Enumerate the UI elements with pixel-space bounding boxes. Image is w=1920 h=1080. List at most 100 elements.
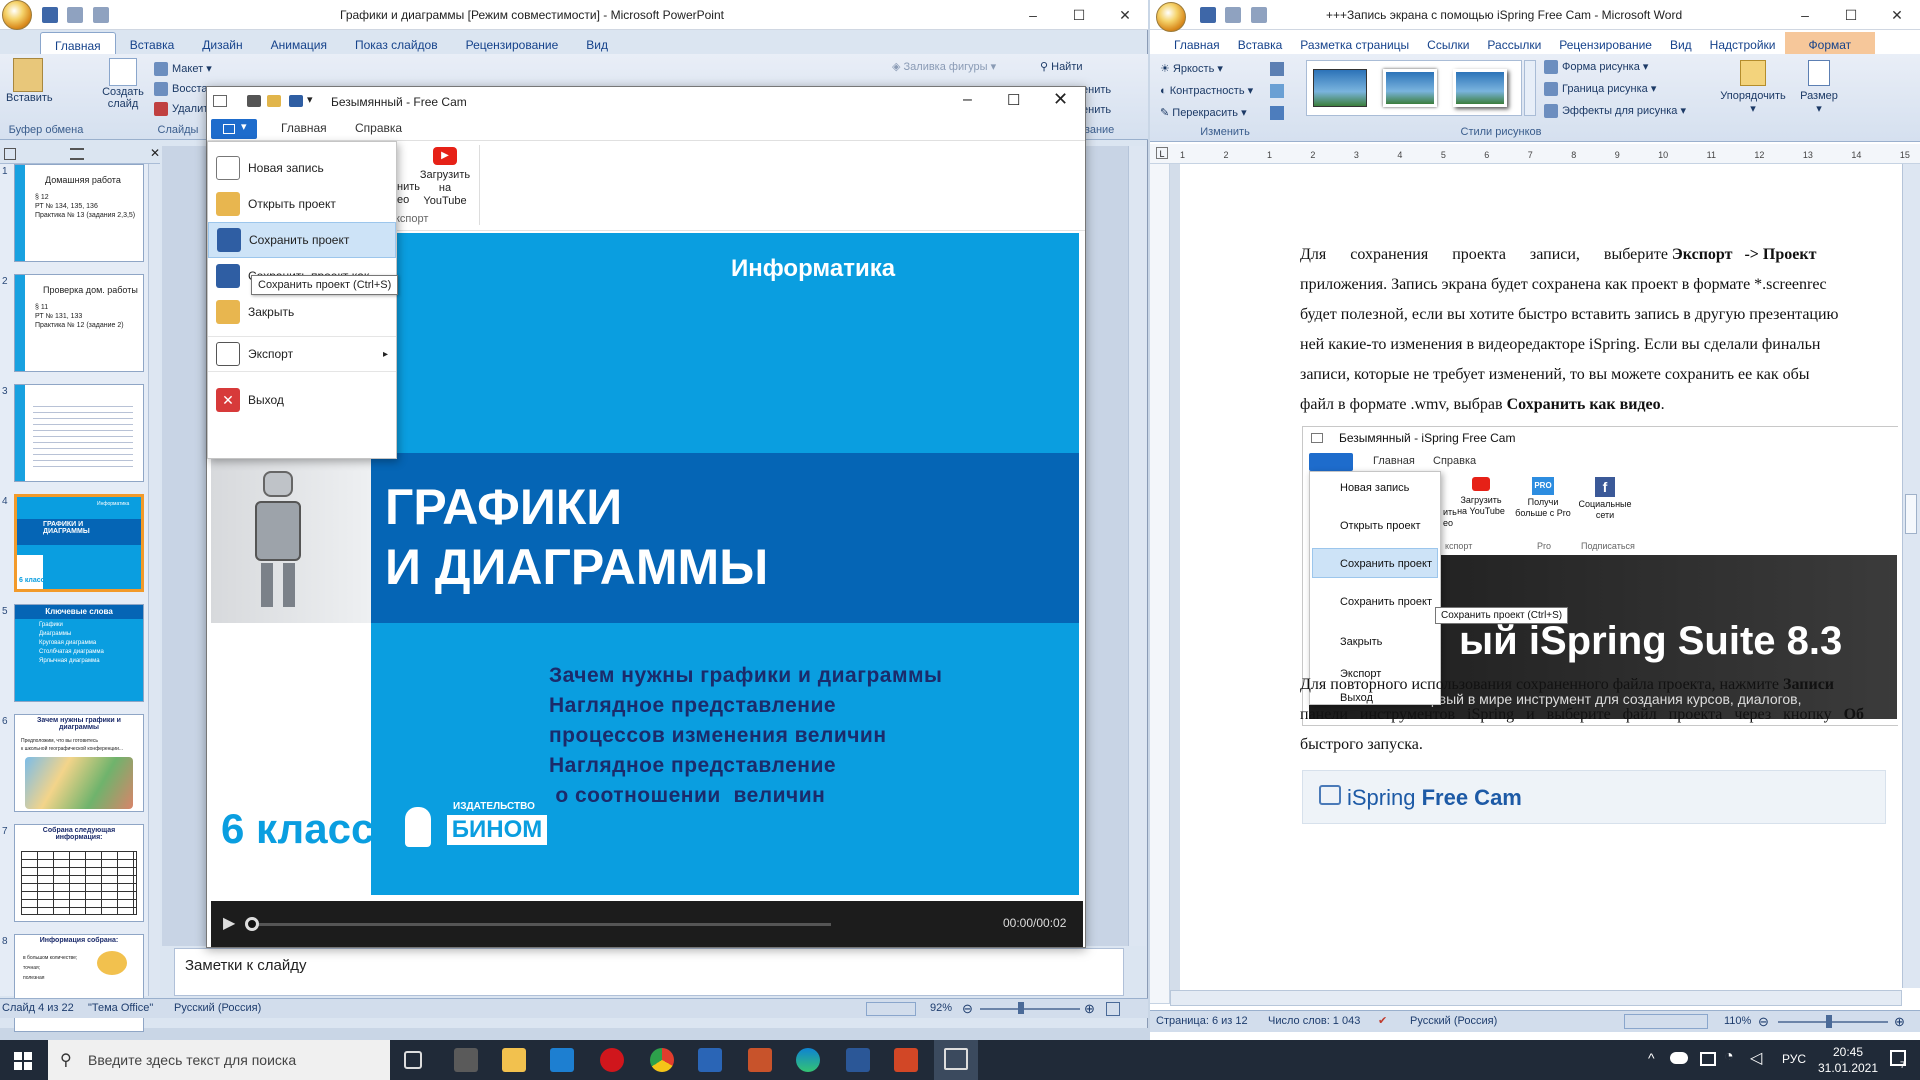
tab-main[interactable]: Главная — [281, 121, 327, 135]
arrange-button[interactable]: Упорядочить ▾ — [1716, 60, 1790, 115]
notes-pane[interactable]: Заметки к слайду — [174, 948, 1124, 996]
zoom-slider[interactable] — [980, 1008, 1080, 1010]
language[interactable]: Русский (Россия) — [1410, 1015, 1497, 1027]
quick-save-icon[interactable] — [289, 95, 303, 107]
slide-thumb-2[interactable]: Проверка дом. работы § 11 РТ № 131, 133 … — [14, 274, 144, 372]
picture-shape-button[interactable]: Форма рисунка ▾ — [1544, 60, 1648, 75]
freecam-taskbar-active[interactable] — [934, 1040, 978, 1080]
menu-open-project[interactable]: Открыть проект — [208, 186, 396, 222]
slides-tab-icon[interactable] — [4, 148, 16, 160]
file-explorer-icon[interactable] — [502, 1048, 526, 1072]
picture-styles-gallery[interactable] — [1306, 60, 1522, 116]
layout-button[interactable]: Макет ▾ — [154, 62, 212, 77]
app-icon[interactable] — [748, 1048, 772, 1072]
maximize-icon[interactable]: ☐ — [1007, 91, 1020, 109]
close-icon[interactable]: ✕ — [1102, 0, 1148, 30]
language[interactable]: Русский (Россия) — [174, 1002, 261, 1014]
upload-youtube-button[interactable]: ▶ Загрузить на YouTube — [417, 147, 473, 208]
doc-horizontal-scrollbar[interactable] — [1170, 990, 1902, 1006]
menu-new-record[interactable]: Новая запись — [208, 150, 396, 186]
view-buttons[interactable] — [866, 1002, 916, 1016]
menu-save-project[interactable]: Сохранить проект — [208, 222, 396, 258]
office-button[interactable] — [1156, 2, 1186, 32]
minimize-icon[interactable]: – — [1010, 0, 1056, 30]
progress-track[interactable] — [251, 923, 831, 926]
picture-border-button[interactable]: Граница рисунка ▾ — [1544, 82, 1656, 97]
zoom-out-icon[interactable]: ⊖ — [962, 1001, 973, 1017]
office-button[interactable] — [2, 0, 32, 30]
show-hidden-icon[interactable]: ^ — [1648, 1050, 1655, 1066]
close-icon[interactable]: ✕ — [1874, 0, 1920, 30]
redo-icon[interactable] — [1250, 7, 1267, 23]
onedrive-icon[interactable] — [1670, 1052, 1688, 1064]
zoom-level[interactable]: 110% — [1724, 1015, 1751, 1027]
mail-icon[interactable] — [550, 1048, 574, 1072]
zoom-in-icon[interactable]: ⊕ — [1084, 1001, 1095, 1017]
save-icon[interactable] — [1200, 7, 1216, 23]
chrome-icon[interactable] — [650, 1048, 674, 1072]
select-partial-label[interactable]: енить — [1082, 104, 1111, 116]
size-button[interactable]: Размер ▾ — [1794, 60, 1844, 115]
zoom-thumb[interactable] — [1826, 1015, 1832, 1028]
minimize-icon[interactable]: – — [1782, 0, 1828, 30]
taskbar-search-box[interactable]: ⚲ Введите здесь текст для поиска — [48, 1040, 390, 1080]
redo-icon[interactable] — [92, 7, 109, 23]
picture-effects-button[interactable]: Эффекты для рисунка ▾ — [1544, 104, 1686, 119]
zoom-level[interactable]: 92% — [930, 1002, 952, 1014]
reset-button[interactable]: Восста — [154, 82, 208, 96]
slide-thumb-5[interactable]: Ключевые слова Графики Диаграммы Кругова… — [14, 604, 144, 702]
document-page[interactable]: Для сохранения проекта записи, выберите … — [1180, 164, 1898, 988]
app-menu-button[interactable]: ▾ — [211, 119, 257, 139]
style-thumb[interactable] — [1313, 69, 1367, 107]
fit-to-window-icon[interactable] — [1106, 1002, 1120, 1016]
monitor-icon[interactable] — [1700, 1052, 1716, 1066]
recolor-button[interactable]: ✎ Перекрасить ▾ — [1160, 106, 1247, 119]
slide-thumb-1[interactable]: Домашняя работа § 12 РТ № 134, 135, 136 … — [14, 164, 144, 262]
wifi-icon[interactable]: ◔ — [1724, 1048, 1734, 1066]
store-icon[interactable] — [454, 1048, 478, 1072]
change-picture-icon[interactable] — [1270, 84, 1284, 98]
reset-picture-icon[interactable] — [1270, 106, 1284, 120]
close-icon[interactable]: ✕ — [1053, 89, 1068, 110]
powerpoint-taskbar-icon[interactable] — [894, 1048, 918, 1072]
style-thumb[interactable] — [1383, 69, 1437, 107]
compress-icon[interactable] — [1270, 62, 1284, 76]
tab-help[interactable]: Справка — [355, 121, 402, 135]
undo-icon[interactable] — [1225, 7, 1242, 23]
style-thumb[interactable] — [1453, 69, 1507, 107]
network-app-icon[interactable] — [698, 1048, 722, 1072]
word-taskbar-icon[interactable] — [846, 1048, 870, 1072]
outline-tab-icon[interactable] — [70, 148, 84, 160]
edge-icon[interactable] — [796, 1048, 820, 1072]
page-count[interactable]: Страница: 6 из 12 — [1156, 1015, 1248, 1027]
slide-thumb-3[interactable] — [14, 384, 144, 482]
spellcheck-icon[interactable]: ✔ — [1378, 1014, 1387, 1027]
windows-start-icon[interactable] — [14, 1052, 32, 1070]
find-button[interactable]: ⚲ Найти — [1040, 60, 1083, 73]
tab-selector-icon[interactable]: L — [1156, 147, 1168, 159]
menu-exit[interactable]: ✕ Выход — [208, 382, 396, 418]
play-icon[interactable]: ▶ — [223, 913, 235, 933]
opera-icon[interactable] — [600, 1048, 624, 1072]
menu-export[interactable]: Экспорт ▸ — [208, 336, 396, 372]
slide-thumb-7[interactable]: Собрана следующая информация: — [14, 824, 144, 922]
contrast-button[interactable]: ◐ Контрастность ▾ — [1160, 84, 1253, 97]
maximize-icon[interactable]: ☐ — [1056, 0, 1102, 30]
workspace-scrollbar[interactable] — [1128, 146, 1146, 946]
slide-thumb-6[interactable]: Зачем нужны графики и диаграммы Предполо… — [14, 714, 144, 812]
zoom-slider[interactable] — [1778, 1021, 1888, 1023]
volume-icon[interactable]: ◁ — [1750, 1048, 1762, 1068]
save-icon[interactable] — [42, 7, 58, 23]
paste-button[interactable]: Вставить — [6, 58, 53, 104]
clock[interactable]: 20:45 31.01.2021 — [1814, 1044, 1882, 1076]
slide-thumb-4[interactable]: ГРАФИКИ И ДИАГРАММЫ 6 класс Информатика — [14, 494, 144, 592]
new-slide-button[interactable]: Создать слайд — [100, 58, 146, 110]
progress-handle[interactable] — [245, 917, 259, 931]
delete-button[interactable]: Удалит — [154, 102, 208, 116]
close-pane-icon[interactable]: ✕ — [150, 146, 160, 160]
record-icon[interactable] — [247, 95, 261, 107]
gallery-scroll[interactable] — [1524, 60, 1536, 116]
maximize-icon[interactable]: ☐ — [1828, 0, 1874, 30]
zoom-out-icon[interactable]: ⊖ — [1758, 1014, 1769, 1030]
view-buttons[interactable] — [1624, 1014, 1708, 1029]
